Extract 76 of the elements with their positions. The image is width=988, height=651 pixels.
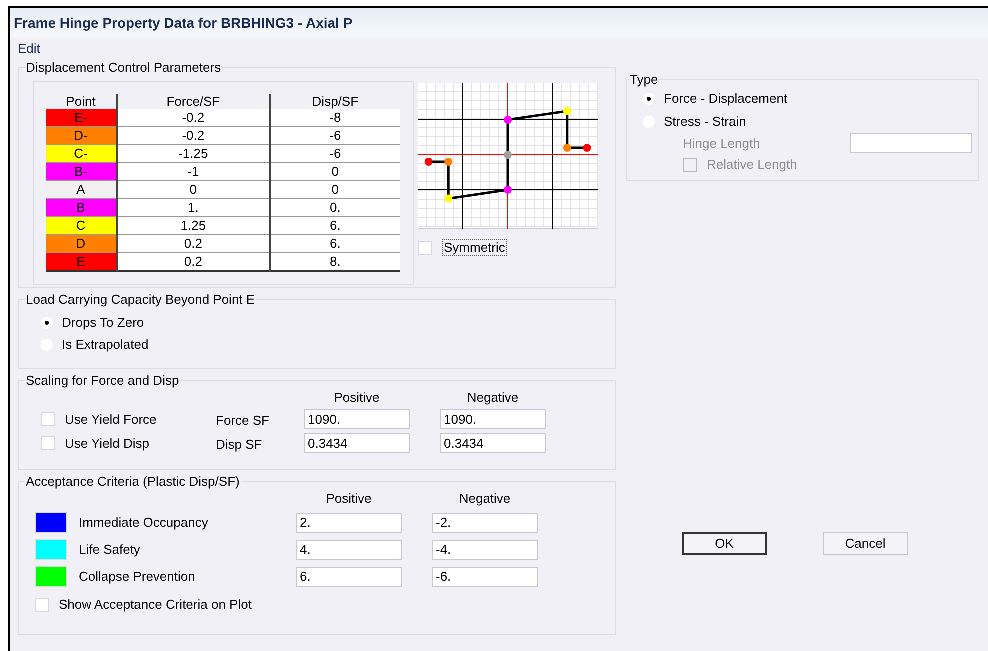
group-title: Type bbox=[629, 72, 660, 87]
column-header: Disp/SF bbox=[270, 94, 400, 109]
group-title: Load Carrying Capacity Beyond Point E bbox=[25, 292, 256, 307]
color-swatch[interactable] bbox=[35, 539, 67, 560]
table-cell: -1 bbox=[117, 162, 270, 180]
table-cell: 0.2 bbox=[117, 234, 270, 252]
checkbox[interactable] bbox=[35, 598, 49, 612]
point-cell: A bbox=[46, 180, 117, 198]
criteria-label: Life Safety bbox=[79, 542, 140, 557]
color-swatch[interactable] bbox=[35, 566, 67, 587]
group-title: Acceptance Criteria (Plastic Disp/SF) bbox=[25, 474, 241, 489]
point-cell: C bbox=[46, 216, 117, 234]
point-cell: E- bbox=[46, 109, 117, 126]
column-header: Negative bbox=[466, 390, 520, 405]
input-field[interactable]: 6. bbox=[296, 566, 402, 586]
radio-button[interactable] bbox=[41, 316, 53, 328]
criteria-label: Immediate Occupancy bbox=[79, 515, 208, 530]
point-cell: D bbox=[46, 234, 117, 252]
point-cell: B bbox=[46, 198, 117, 216]
table-cell: -1.25 bbox=[117, 144, 270, 162]
field-label: Hinge Length bbox=[683, 136, 760, 150]
point-cell: E bbox=[46, 252, 117, 271]
column-header: Positive bbox=[325, 491, 373, 506]
table-cell: 0 bbox=[117, 180, 270, 198]
field-label: Disp SF bbox=[216, 436, 264, 452]
column-header: Point bbox=[46, 94, 117, 109]
radio-label[interactable]: Force - Displacement bbox=[664, 91, 788, 106]
group-title: Scaling for Force and Disp bbox=[25, 373, 180, 388]
input-field[interactable]: 1090. bbox=[304, 409, 410, 429]
table-cell: -0.2 bbox=[117, 126, 270, 144]
table-cell: 6. bbox=[270, 234, 400, 252]
table-cell: -6 bbox=[270, 144, 400, 162]
point-cell: B- bbox=[46, 162, 117, 180]
field-label: Force SF bbox=[216, 412, 270, 428]
table-cell: 0 bbox=[270, 162, 400, 180]
table-cell: 1. bbox=[117, 198, 270, 216]
input-field[interactable]: 4. bbox=[296, 540, 402, 560]
radio-button[interactable] bbox=[643, 92, 655, 104]
window-title: Frame Hinge Property Data for BRBHING3 - Axial P bbox=[14, 15, 353, 31]
input-field[interactable]: -2. bbox=[432, 512, 538, 532]
group-title: Displacement Control Parameters bbox=[25, 60, 222, 75]
table-cell: 8. bbox=[270, 252, 400, 271]
column-header: Force/SF bbox=[117, 94, 270, 109]
input-field[interactable]: 1090. bbox=[440, 409, 546, 429]
checkbox-label[interactable]: Symmetric bbox=[442, 239, 508, 256]
color-swatch[interactable] bbox=[35, 512, 67, 533]
table-cell: -0.2 bbox=[117, 109, 270, 126]
radio-label[interactable]: Drops To Zero bbox=[62, 315, 144, 330]
point-cell: C- bbox=[46, 144, 117, 162]
table-cell: -8 bbox=[270, 109, 400, 126]
point-cell: D- bbox=[46, 126, 117, 144]
input-field[interactable]: 0.3434 bbox=[304, 433, 410, 453]
checkbox-label[interactable]: Show Acceptance Criteria on Plot bbox=[59, 597, 252, 612]
checkbox[interactable] bbox=[41, 412, 55, 426]
dialog-button[interactable]: Cancel bbox=[823, 532, 908, 555]
table-cell: 0. bbox=[270, 198, 400, 216]
menu-item[interactable]: Edit bbox=[18, 40, 40, 56]
table-cell: -6 bbox=[270, 126, 400, 144]
column-header: Positive bbox=[333, 390, 381, 405]
input-field[interactable]: -4. bbox=[432, 540, 538, 560]
radio-label[interactable]: Stress - Strain bbox=[664, 114, 746, 129]
dialog-button[interactable]: OK bbox=[682, 532, 767, 555]
table-cell: 0.2 bbox=[117, 252, 270, 271]
checkbox-label[interactable]: Use Yield Disp bbox=[65, 436, 150, 450]
table-cell: 1.25 bbox=[117, 216, 270, 234]
checkbox[interactable] bbox=[41, 436, 55, 450]
input-field[interactable]: -6. bbox=[432, 566, 538, 586]
radio-label[interactable]: Is Extrapolated bbox=[62, 337, 149, 352]
criteria-label: Collapse Prevention bbox=[79, 569, 196, 584]
checkbox-label[interactable]: Use Yield Force bbox=[65, 412, 157, 426]
input-field[interactable]: 2. bbox=[296, 512, 402, 532]
checkbox[interactable] bbox=[418, 240, 432, 254]
column-header: Negative bbox=[458, 491, 512, 506]
input-field[interactable]: 0.3434 bbox=[440, 433, 546, 453]
table-cell: 6. bbox=[270, 216, 400, 234]
table-cell: 0 bbox=[270, 180, 400, 198]
